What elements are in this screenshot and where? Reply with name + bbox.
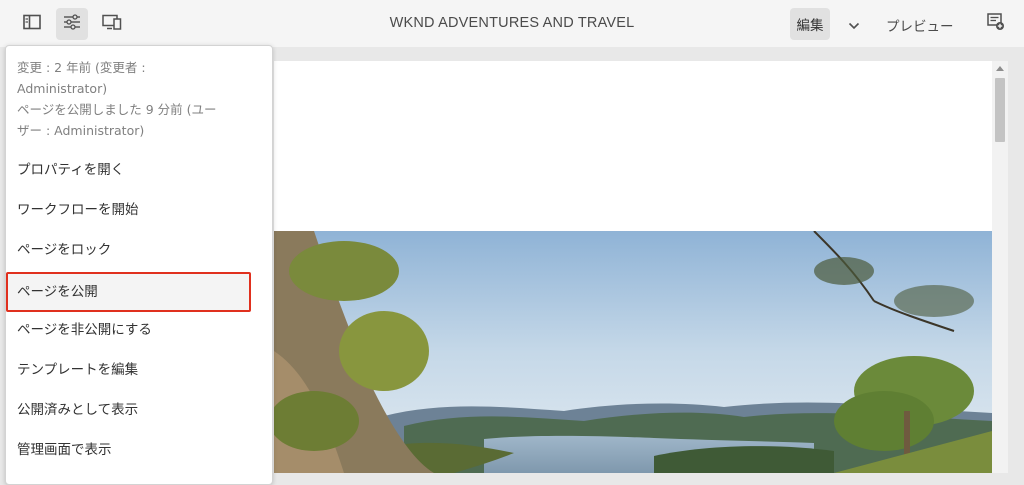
menu-item-unpublish-page[interactable]: ページを非公開にする — [7, 310, 271, 350]
page-info-menu: 変更 : 2 年前 (変更者 : Administrator) ページを公開しま… — [5, 45, 273, 485]
status-line: ページを公開しました 9 分前 (ユー — [17, 102, 217, 117]
annotate-icon — [987, 13, 1005, 35]
scroll-thumb[interactable] — [995, 78, 1005, 142]
menu-item-edit-template[interactable]: テンプレートを編集 — [7, 350, 271, 390]
scroll-up-icon[interactable] — [996, 66, 1004, 71]
vertical-scrollbar[interactable] — [992, 61, 1008, 473]
hero-image — [274, 231, 992, 473]
chevron-down-icon — [848, 15, 860, 34]
menu-item-start-workflow[interactable]: ワークフローを開始 — [7, 190, 271, 230]
top-toolbar: WKND ADVENTURES AND TRAVEL 編集 プレビュー — [0, 0, 1024, 47]
page-status-info: 変更 : 2 年前 (変更者 : Administrator) ページを公開しま… — [17, 57, 267, 141]
menu-item-lock-page[interactable]: ページをロック — [7, 230, 271, 270]
edit-mode-button[interactable]: 編集 — [790, 8, 830, 40]
status-line: Administrator) — [17, 81, 108, 96]
page-canvas[interactable] — [274, 61, 992, 473]
annotate-button[interactable] — [980, 8, 1012, 40]
menu-item-open-properties[interactable]: プロパティを開く — [7, 150, 271, 190]
mode-dropdown-button[interactable] — [842, 12, 866, 36]
preview-button[interactable]: プレビュー — [886, 15, 954, 35]
page-title: WKND ADVENTURES AND TRAVEL — [389, 15, 635, 31]
status-line: ザー : Administrator) — [17, 123, 145, 138]
menu-item-publish-page[interactable]: ページを公開 — [6, 272, 251, 312]
status-line: 変更 : 2 年前 (変更者 : — [17, 60, 146, 75]
menu-item-view-in-admin[interactable]: 管理画面で表示 — [7, 430, 271, 470]
menu-item-view-as-published[interactable]: 公開済みとして表示 — [7, 390, 271, 430]
